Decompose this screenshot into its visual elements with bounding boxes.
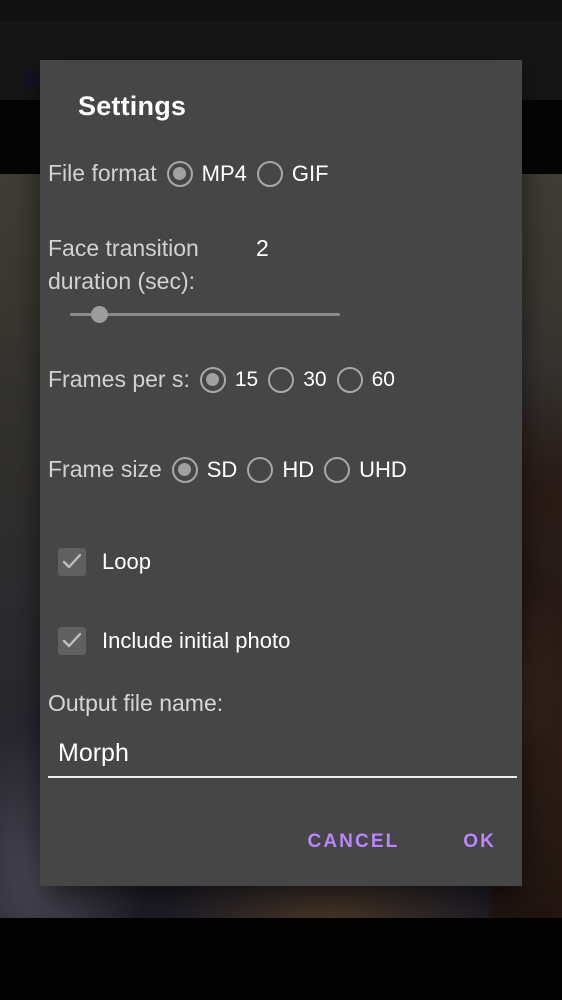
fps-option-30-label: 30 [303,367,327,391]
frame-size-option-sd[interactable]: SD [171,456,238,483]
face-transition-duration-slider[interactable] [70,302,340,328]
face-transition-duration-line1: Face transition 2 [48,232,518,265]
radio-uhd-icon[interactable] [324,456,351,483]
ok-button[interactable]: OK [451,823,508,861]
frames-per-second-row: Frames per s: 15 30 60 [48,366,395,393]
radio-fps-15-icon[interactable] [199,366,226,393]
output-file-name-input[interactable] [48,734,517,778]
frames-per-second-label: Frames per s: [48,366,190,392]
frame-size-row: Frame size SD HD UHD [48,456,407,483]
frame-size-option-uhd[interactable]: UHD [324,456,407,483]
radio-fps-30-icon[interactable] [268,366,295,393]
include-initial-photo-checkbox-row[interactable]: Include initial photo [58,627,290,655]
face-transition-duration-value: 2 [256,235,269,261]
file-format-option-gif[interactable]: GIF [256,160,329,187]
settings-dialog: Settings File format MP4 GIF Face transi… [40,60,522,886]
app-screen: Settings File format MP4 GIF Face transi… [0,0,562,1000]
cancel-button[interactable]: CANCEL [296,823,412,861]
file-format-option-gif-label: GIF [291,160,329,186]
frame-size-label: Frame size [48,456,162,482]
fps-option-15[interactable]: 15 [199,366,259,393]
frame-size-option-sd-label: SD [206,456,238,482]
fps-option-60-label: 60 [371,367,395,391]
checkbox-loop-icon[interactable] [58,548,86,576]
fps-option-30[interactable]: 30 [268,366,327,393]
frame-size-option-uhd-label: UHD [359,456,407,482]
radio-gif-icon[interactable] [256,160,283,187]
face-transition-duration-block: Face transition 2 duration (sec): [48,232,518,298]
radio-mp4-icon[interactable] [166,160,193,187]
file-format-option-mp4[interactable]: MP4 [166,160,247,187]
slider-thumb[interactable] [91,306,109,323]
dialog-action-bar: CANCEL OK [296,823,508,861]
frame-size-option-hd[interactable]: HD [247,456,315,483]
fps-option-60[interactable]: 60 [336,366,395,393]
radio-fps-60-icon[interactable] [336,366,363,393]
file-format-label: File format [48,160,157,186]
face-transition-duration-label-line2: duration (sec): [48,268,196,294]
face-transition-duration-label-line1: Face transition [48,235,199,261]
loop-checkbox-label: Loop [102,549,151,574]
radio-hd-icon[interactable] [247,456,274,483]
checkbox-include-initial-photo-icon[interactable] [58,627,86,655]
include-initial-photo-checkbox-label: Include initial photo [102,628,291,653]
output-file-name-label: Output file name: [48,690,224,716]
file-format-row: File format MP4 GIF [48,160,329,187]
frame-size-option-hd-label: HD [282,456,315,482]
dialog-title: Settings [78,91,187,121]
slider-track[interactable] [70,313,340,316]
file-format-option-mp4-label: MP4 [201,160,247,186]
loop-checkbox-row[interactable]: Loop [58,548,151,576]
output-file-name-block: Output file name: [48,690,518,778]
fps-option-15-label: 15 [234,367,259,391]
radio-sd-icon[interactable] [171,456,198,483]
